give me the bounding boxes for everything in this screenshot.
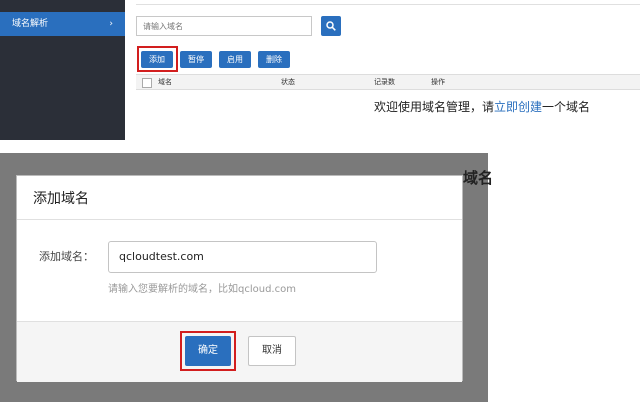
create-now-link[interactable]: 立即创建 xyxy=(494,100,542,114)
delete-button[interactable]: 删除 xyxy=(258,51,290,68)
enable-button[interactable]: 启用 xyxy=(219,51,251,68)
welcome-prefix: 欢迎使用域名管理，请 xyxy=(374,100,495,114)
sidebar-item-dns[interactable]: 域名解析 › xyxy=(0,12,125,36)
dialog-title: 添加域名 xyxy=(33,191,89,207)
search-icon xyxy=(326,21,336,31)
domain-list-screen: 域名解析 › 添加 暂停 启用 删除 域名 状态 记录数 操作 欢迎使用域名管理… xyxy=(0,0,640,140)
welcome-message: 欢迎使用域名管理，请立即创建一个域名 xyxy=(374,98,590,115)
search-input[interactable] xyxy=(136,16,312,36)
pause-button[interactable]: 暂停 xyxy=(180,51,212,68)
background-text: 域名 xyxy=(463,169,494,187)
domain-input-hint: 请输入您要解析的域名，比如qcloud.com xyxy=(108,284,296,295)
column-header-domain: 域名 xyxy=(158,78,172,86)
search-button[interactable] xyxy=(321,16,341,36)
domain-input[interactable]: qcloudtest.com xyxy=(108,241,377,273)
add-domain-dialog: 添加域名 添加域名： qcloudtest.com 请输入您要解析的域名，比如q… xyxy=(16,175,463,382)
select-all-checkbox[interactable] xyxy=(142,78,152,88)
domain-field-label: 添加域名： xyxy=(39,250,94,263)
watermark: 悟空问答 xyxy=(514,370,586,390)
sidebar: 域名解析 › xyxy=(0,0,125,140)
dialog-divider xyxy=(17,219,462,220)
column-header-actions: 操作 xyxy=(431,78,445,86)
table-header: 域名 状态 记录数 操作 xyxy=(136,74,640,90)
chevron-right-icon: › xyxy=(109,19,113,29)
confirm-button[interactable]: 确定 xyxy=(185,336,231,366)
sidebar-item-label: 域名解析 xyxy=(12,19,49,29)
column-header-record-count: 记录数 xyxy=(374,78,395,86)
add-button-highlight xyxy=(137,46,178,72)
watermark-text: 悟空问答 xyxy=(534,374,587,389)
column-header-status: 状态 xyxy=(281,78,295,86)
welcome-suffix: 一个域名 xyxy=(542,100,591,114)
watermark-logo-icon xyxy=(514,373,530,390)
divider xyxy=(136,4,640,5)
dialog-footer xyxy=(17,321,462,382)
cancel-button[interactable]: 取消 xyxy=(248,336,296,366)
